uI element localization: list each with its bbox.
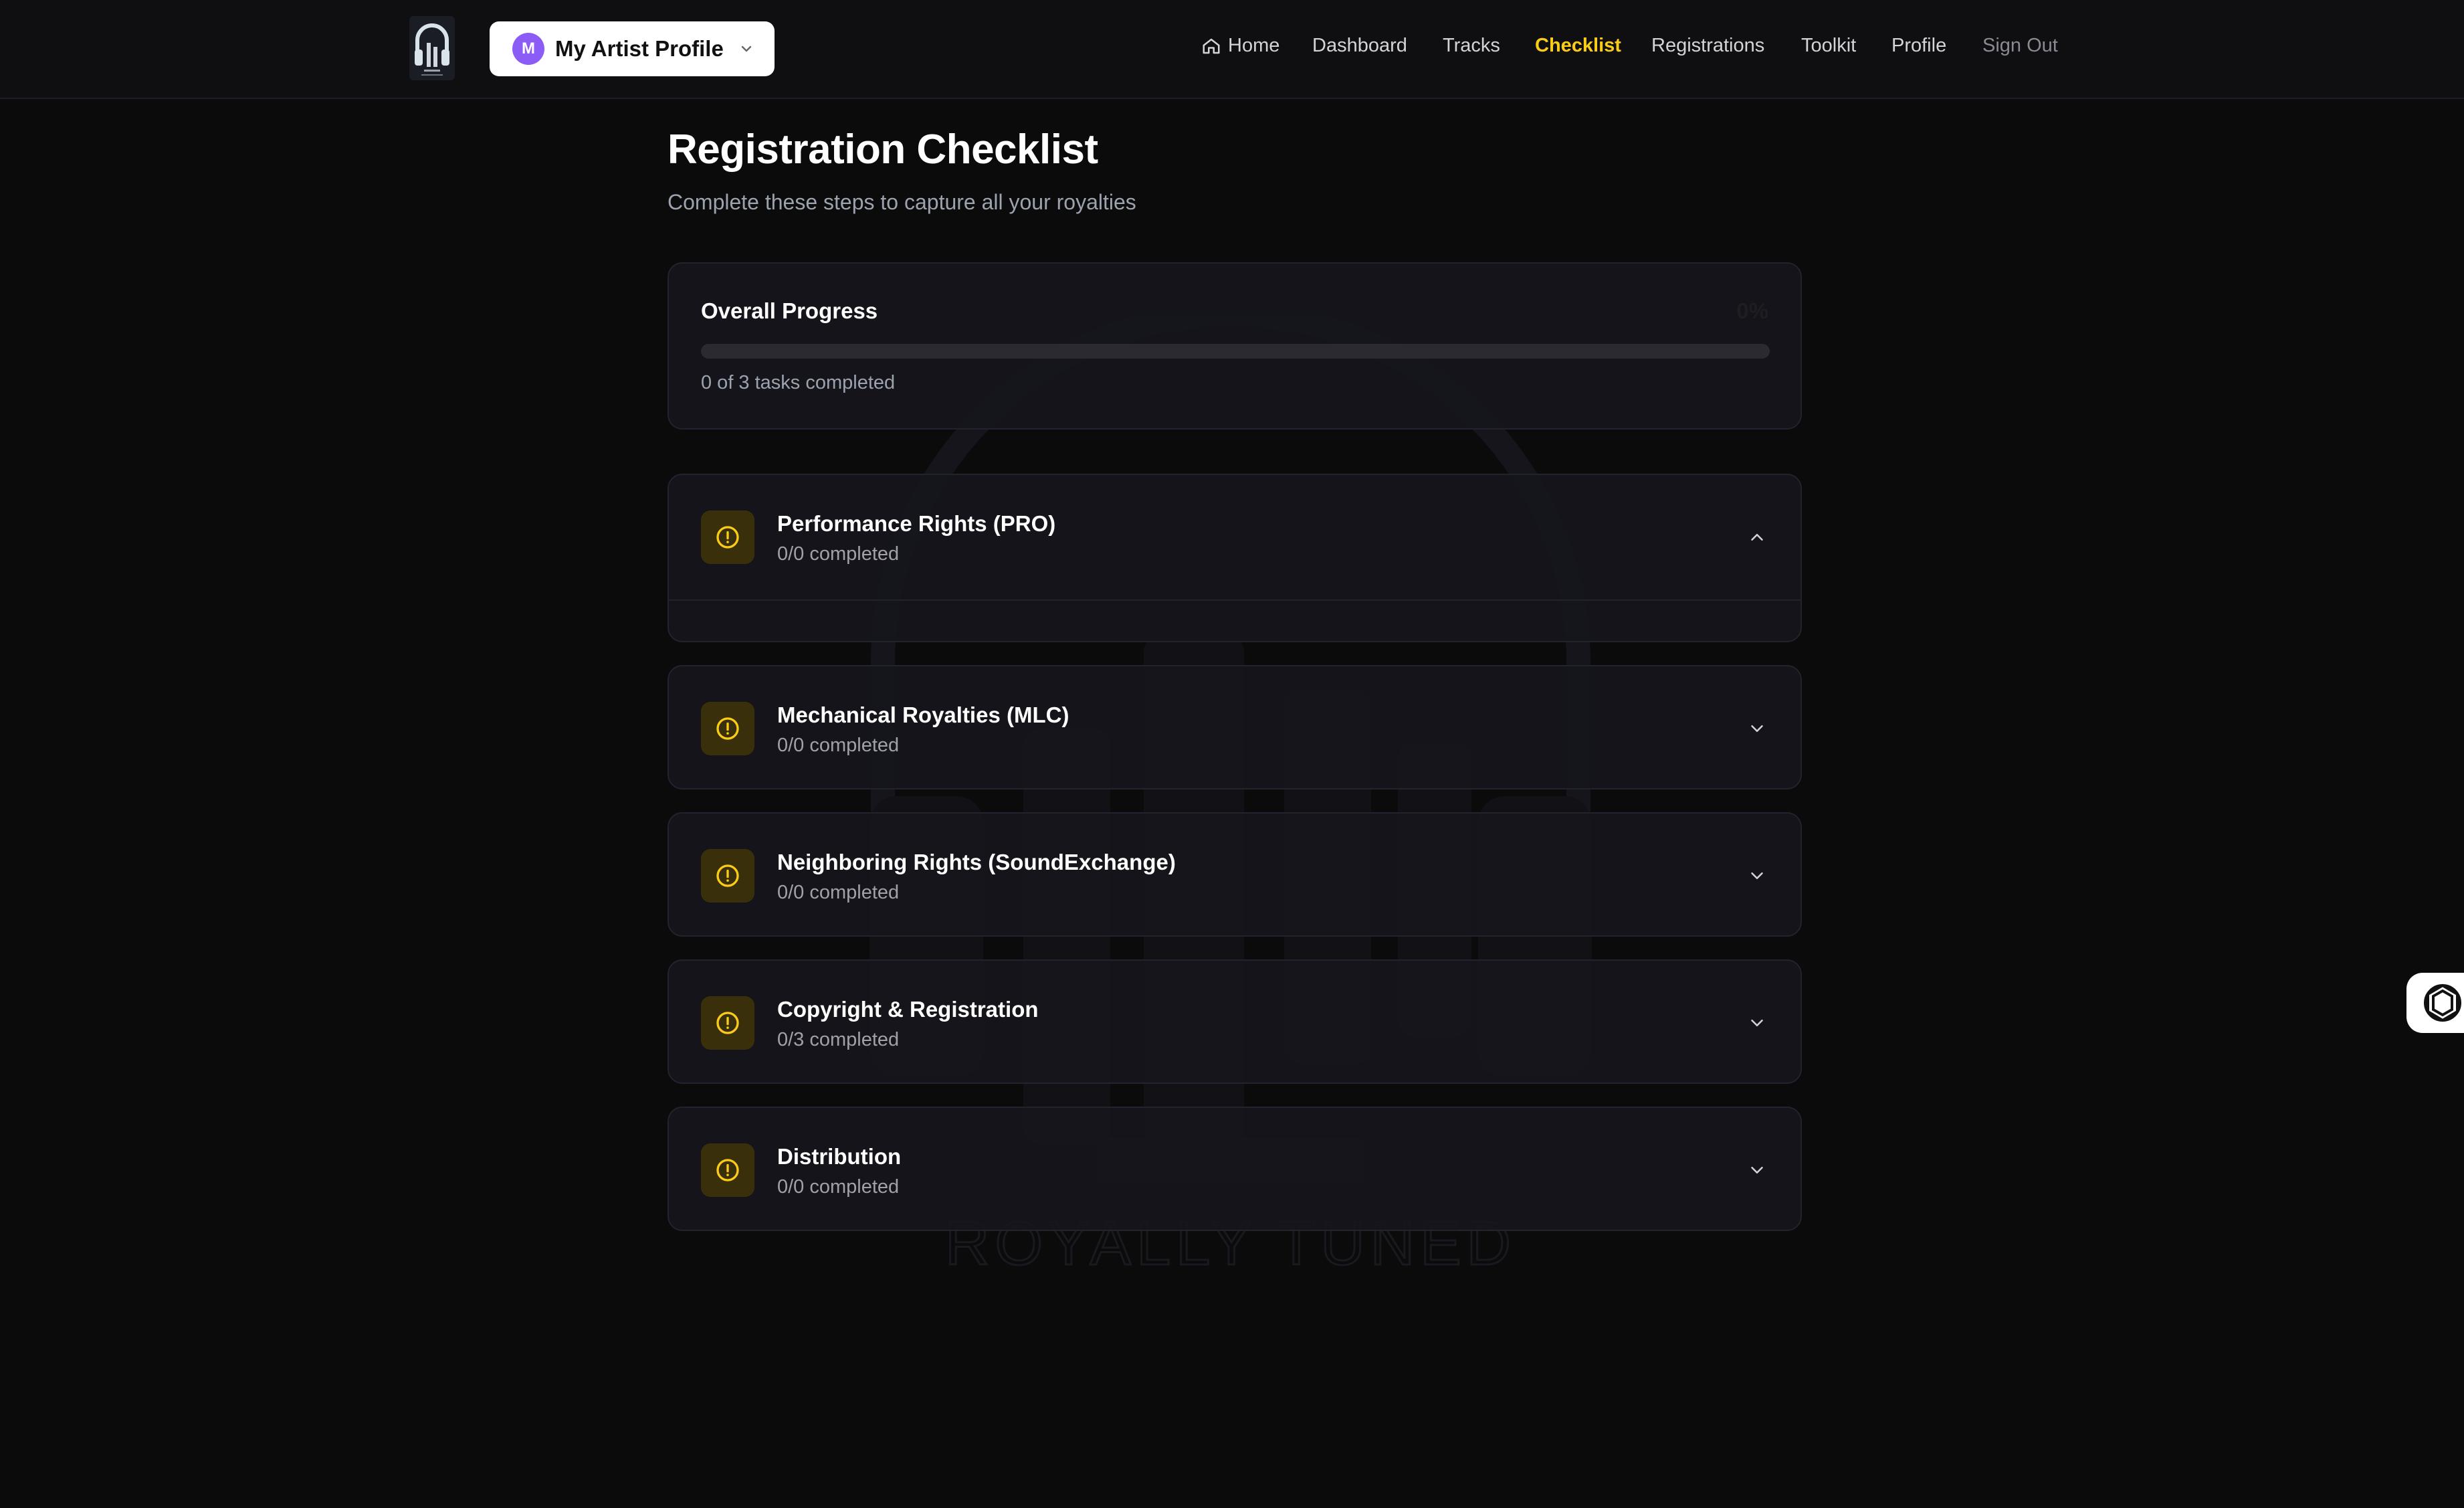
page-title: Registration Checklist bbox=[668, 126, 1098, 173]
section-distribution[interactable]: Distribution 0/0 completed bbox=[668, 1107, 1802, 1231]
chevron-down-icon[interactable] bbox=[1747, 1160, 1767, 1180]
status-badge bbox=[701, 849, 754, 903]
section-divider bbox=[669, 599, 1801, 601]
section-copyright-registration[interactable]: Copyright & Registration 0/3 completed bbox=[668, 959, 1802, 1084]
top-navigation-bar: M My Artist Profile Home Dashboard Track… bbox=[0, 0, 2464, 99]
section-neighboring-rights[interactable]: Neighboring Rights (SoundExchange) 0/0 c… bbox=[668, 812, 1802, 937]
progress-percent: 0% bbox=[1736, 298, 1768, 323]
assistant-knot-icon bbox=[2424, 983, 2461, 1022]
alert-circle-icon bbox=[716, 1012, 739, 1034]
section-count: 0/0 completed bbox=[777, 882, 900, 903]
nav-checklist[interactable]: Checklist bbox=[1535, 35, 1621, 57]
alert-circle-icon bbox=[716, 526, 739, 549]
chevron-down-icon[interactable] bbox=[1747, 866, 1767, 886]
status-badge bbox=[701, 510, 754, 564]
progress-bar bbox=[701, 344, 1770, 359]
section-title: Neighboring Rights (SoundExchange) bbox=[777, 850, 1176, 874]
section-count: 0/3 completed bbox=[777, 1029, 900, 1050]
app-logo[interactable] bbox=[409, 16, 455, 80]
chevron-down-icon[interactable] bbox=[1747, 1013, 1767, 1033]
alert-circle-icon bbox=[716, 717, 739, 740]
nav-profile[interactable]: Profile bbox=[1891, 35, 1946, 57]
alert-circle-icon bbox=[716, 864, 739, 887]
chevron-down-icon[interactable] bbox=[1747, 719, 1767, 739]
progress-count: 0 of 3 tasks completed bbox=[701, 372, 896, 393]
status-badge bbox=[701, 702, 754, 755]
page: ROYALLY TUNED M My Artist Profile Home D… bbox=[0, 0, 2464, 1508]
section-count: 0/0 completed bbox=[777, 1176, 900, 1198]
chevron-down-icon bbox=[741, 45, 752, 52]
status-badge bbox=[701, 996, 754, 1050]
nav-toolkit[interactable]: Toolkit bbox=[1801, 35, 1856, 57]
section-count: 0/0 completed bbox=[777, 735, 900, 756]
section-count: 0/0 completed bbox=[777, 543, 900, 565]
progress-label: Overall Progress bbox=[701, 298, 878, 323]
nav-home-label: Home bbox=[1228, 35, 1280, 56]
nav-sign-out[interactable]: Sign Out bbox=[1982, 35, 2058, 57]
ai-assistant-button[interactable] bbox=[2406, 973, 2464, 1033]
profile-name: My Artist Profile bbox=[555, 36, 724, 61]
avatar: M bbox=[512, 33, 544, 65]
overall-progress-card: Overall Progress 0% 0 of 3 tasks complet… bbox=[668, 262, 1802, 430]
nav-tracks[interactable]: Tracks bbox=[1443, 35, 1500, 57]
artist-profile-switcher[interactable]: M My Artist Profile bbox=[490, 21, 775, 76]
nav-home[interactable]: Home bbox=[1201, 35, 1279, 57]
section-title: Distribution bbox=[777, 1144, 902, 1169]
alert-circle-icon bbox=[716, 1159, 739, 1182]
section-title: Copyright & Registration bbox=[777, 997, 1039, 1022]
chevron-up-icon[interactable] bbox=[1747, 527, 1767, 547]
home-icon bbox=[1203, 38, 1220, 54]
nav-dashboard[interactable]: Dashboard bbox=[1312, 35, 1407, 57]
nav-registrations[interactable]: Registrations bbox=[1651, 35, 1764, 57]
page-subtitle: Complete these steps to capture all your… bbox=[668, 190, 1136, 214]
status-badge bbox=[701, 1143, 754, 1197]
section-mechanical-royalties[interactable]: Mechanical Royalties (MLC) 0/0 completed bbox=[668, 665, 1802, 789]
section-title: Mechanical Royalties (MLC) bbox=[777, 702, 1069, 727]
section-performance-rights[interactable]: Performance Rights (PRO) 0/0 completed bbox=[668, 474, 1802, 642]
section-title: Performance Rights (PRO) bbox=[777, 511, 1056, 536]
